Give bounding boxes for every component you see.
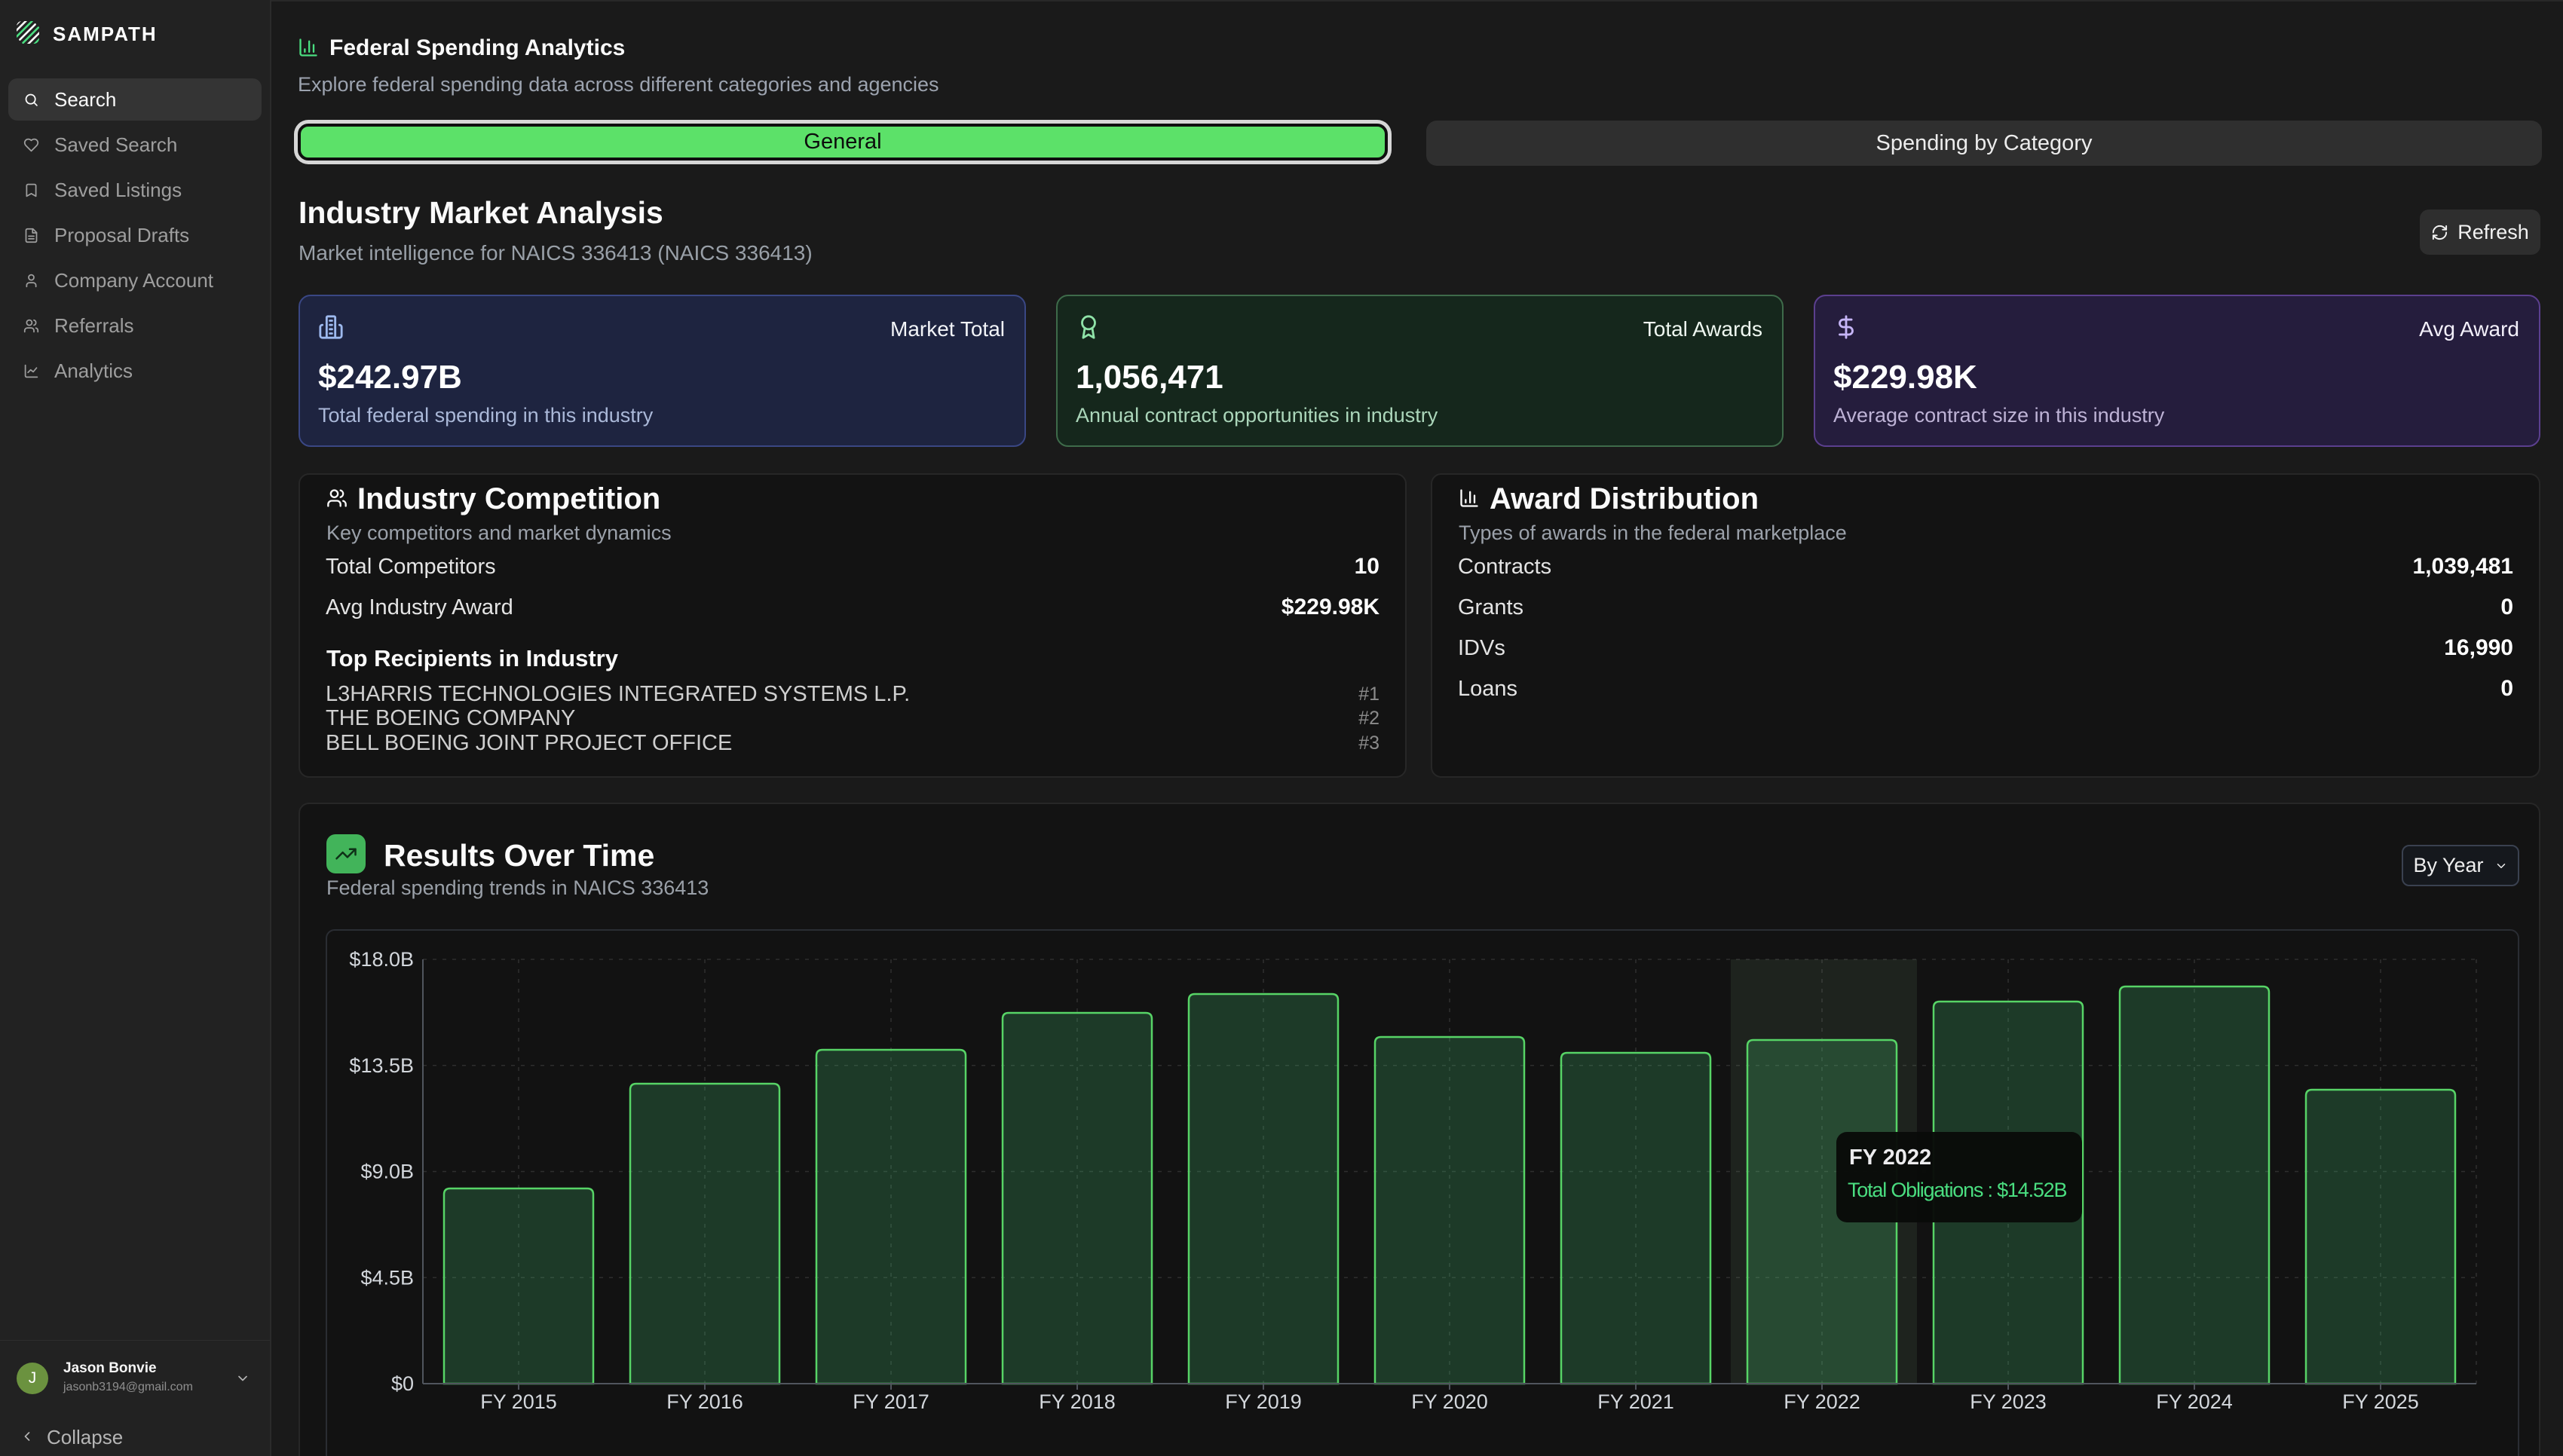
svg-text:FY 2021: FY 2021 xyxy=(1597,1390,1674,1413)
svg-text:FY 2016: FY 2016 xyxy=(666,1390,743,1413)
svg-text:$0: $0 xyxy=(391,1372,414,1395)
svg-text:$13.5B: $13.5B xyxy=(349,1054,414,1077)
svg-text:FY 2020: FY 2020 xyxy=(1411,1390,1488,1413)
svg-text:FY 2019: FY 2019 xyxy=(1225,1390,1302,1413)
svg-text:FY 2022: FY 2022 xyxy=(1784,1390,1860,1413)
svg-text:$4.5B: $4.5B xyxy=(360,1266,414,1289)
svg-text:$18.0B: $18.0B xyxy=(349,948,414,971)
svg-text:FY 2023: FY 2023 xyxy=(1970,1390,2047,1413)
svg-text:FY 2025: FY 2025 xyxy=(2342,1390,2419,1413)
svg-text:FY 2015: FY 2015 xyxy=(480,1390,557,1413)
svg-text:FY 2024: FY 2024 xyxy=(2156,1390,2233,1413)
svg-text:$9.0B: $9.0B xyxy=(360,1161,414,1183)
svg-text:FY 2017: FY 2017 xyxy=(853,1390,929,1413)
svg-text:FY 2018: FY 2018 xyxy=(1039,1390,1116,1413)
